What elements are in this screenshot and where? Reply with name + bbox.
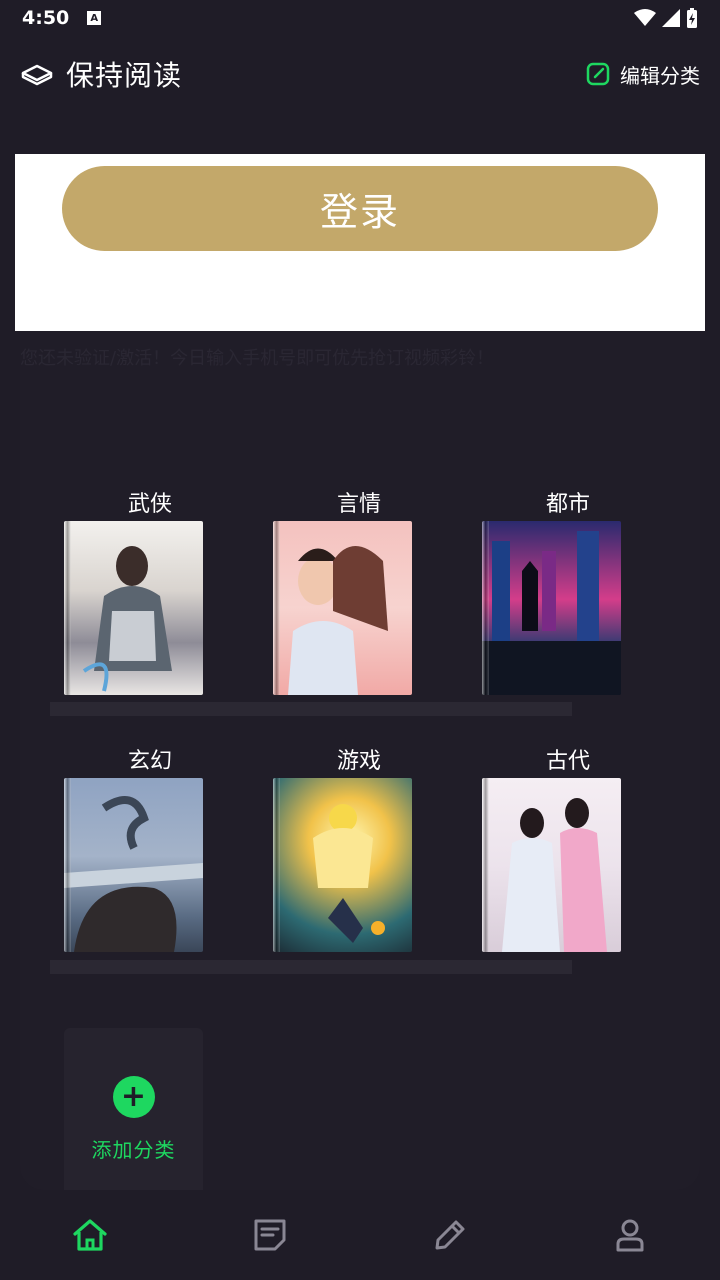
edit-note-icon — [586, 62, 610, 86]
book-stack-icon — [21, 64, 53, 86]
romance-cover-image — [273, 521, 412, 695]
category-label: 玄幻 — [127, 749, 172, 774]
category-romance[interactable]: 言情 — [259, 486, 412, 696]
nav-profile[interactable] — [600, 1205, 660, 1265]
ancient-cover-image — [482, 778, 621, 952]
category-label: 古代 — [545, 749, 590, 774]
status-bar: 4:50 A — [0, 0, 720, 36]
plus-icon: + — [112, 1076, 155, 1118]
shelf-row: 玄幻 游戏 古代 — [50, 743, 670, 974]
wuxia-cover-image — [64, 521, 203, 695]
app-title: 保持阅读 — [66, 59, 183, 92]
category-ancient[interactable]: 古代 — [468, 743, 621, 953]
category-label: 游戏 — [336, 749, 381, 774]
shelf-board — [50, 960, 572, 974]
edit-category-label: 编辑分类 — [620, 63, 700, 88]
app-header: 保持阅读 编辑分类 — [0, 48, 720, 100]
category-label: 都市 — [545, 492, 590, 517]
wifi-icon — [634, 9, 656, 26]
notice-marquee: 您还未验证/激活！今日输入手机号即可优先抢订视频彩铃！ — [20, 348, 495, 369]
cell-signal-icon — [662, 9, 680, 27]
user-icon — [616, 1219, 644, 1252]
category-fantasy[interactable]: 玄幻 — [50, 743, 203, 953]
status-time: 4:50 — [22, 7, 70, 29]
nav-write[interactable] — [420, 1205, 480, 1265]
add-category-label: 添加分类 — [91, 1138, 176, 1162]
urban-cover-image — [482, 521, 621, 695]
battery-charging-icon — [687, 8, 697, 28]
category-wuxia[interactable]: 武侠 — [50, 486, 572, 716]
category-label: 武侠 — [127, 492, 172, 517]
category-urban[interactable]: 都市 — [468, 486, 621, 696]
bottom-nav — [0, 1190, 720, 1280]
game-cover-image — [273, 778, 412, 952]
pen-icon — [435, 1220, 465, 1250]
fantasy-cover-image — [64, 778, 203, 952]
home-icon — [73, 1219, 107, 1251]
notes-icon — [254, 1219, 286, 1251]
category-label: 言情 — [336, 492, 381, 517]
login-button[interactable]: 登录 — [62, 166, 658, 251]
notification-a-icon: A — [87, 11, 102, 25]
login-overlay: 登录 — [15, 154, 705, 331]
edit-category-button[interactable]: 编辑分类 — [586, 60, 700, 89]
status-icons — [634, 8, 698, 28]
add-category-button[interactable]: + 添加分类 — [64, 1028, 203, 1190]
nav-home[interactable] — [60, 1205, 120, 1265]
shelf-row: 武侠 言情 都市 — [50, 486, 670, 716]
category-game[interactable]: 游戏 — [259, 743, 412, 953]
nav-notes[interactable] — [240, 1205, 300, 1265]
shelf-board — [50, 702, 572, 716]
